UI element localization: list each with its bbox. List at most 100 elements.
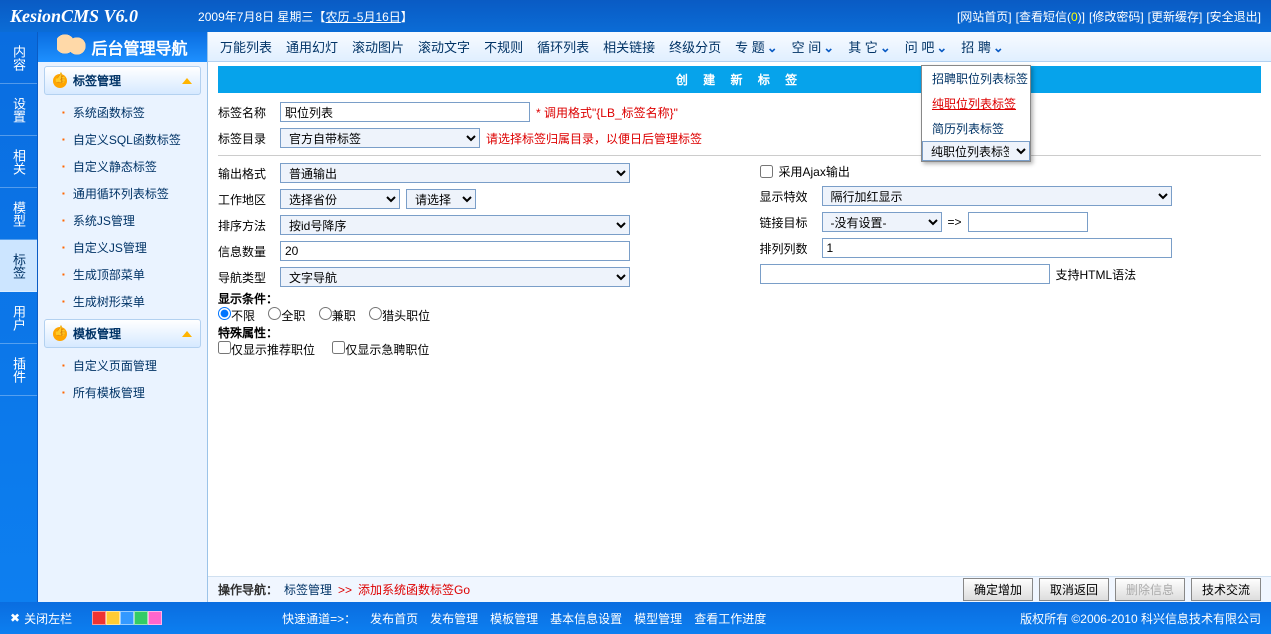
strip-tab-label[interactable]: 标签 <box>0 240 37 292</box>
tb-menu-ask[interactable]: 问 吧⌄ <box>899 37 954 56</box>
tb-related[interactable]: 相关链接 <box>597 37 661 56</box>
input-cols[interactable] <box>822 238 1172 258</box>
input-name[interactable] <box>280 102 530 122</box>
bc-b[interactable]: 添加系统函数标签Go <box>358 581 470 598</box>
header-links: [网站首页] [查看短信(0)] [修改密码] [更新缓存] [安全退出] <box>957 8 1261 25</box>
tb-menu-recruit[interactable]: 招 聘⌄ <box>955 37 1010 56</box>
q-tpl-mgr[interactable]: 模板管理 <box>490 610 538 627</box>
hint-dir: 请选择标签归属目录，以便日后管理标签 <box>486 130 702 147</box>
menu-js[interactable]: 系统JS管理 <box>38 207 207 234</box>
chk-recommend[interactable] <box>218 341 231 354</box>
theme-blue-icon[interactable] <box>120 611 134 625</box>
close-left-panel[interactable]: ✖ 关闭左栏 <box>10 610 72 627</box>
menu-sql-func[interactable]: 自定义SQL函数标签 <box>38 126 207 153</box>
tb-universal-list[interactable]: 万能列表 <box>214 37 278 56</box>
theme-pink-icon[interactable] <box>148 611 162 625</box>
arrow-up-icon <box>182 78 192 84</box>
link-exit[interactable]: [安全退出] <box>1206 8 1261 25</box>
menu-group-labels[interactable]: 标签管理 <box>44 66 201 95</box>
lunar-link[interactable]: 农历 -5月16日 <box>325 10 400 24</box>
link-home[interactable]: [网站首页] <box>957 8 1012 25</box>
q-publish-home[interactable]: 发布首页 <box>370 610 418 627</box>
theme-red-icon[interactable] <box>92 611 106 625</box>
menu-static[interactable]: 自定义静态标签 <box>38 153 207 180</box>
radio-fulltime[interactable] <box>268 307 281 320</box>
input-target-ext[interactable] <box>968 212 1088 232</box>
thumb-icon <box>53 74 67 88</box>
select-sort[interactable]: 按id号降序 <box>280 215 630 235</box>
tb-scroll-text[interactable]: 滚动文字 <box>412 37 476 56</box>
tb-menu-space[interactable]: 空 间⌄ <box>786 37 841 56</box>
label-ajax: 采用Ajax输出 <box>779 163 850 180</box>
sidebar-title: 后台管理导航 <box>38 32 207 62</box>
strip-tab-user[interactable]: 用户 <box>0 292 37 344</box>
chk-urgent[interactable] <box>332 341 345 354</box>
tb-slide[interactable]: 通用幻灯 <box>280 37 344 56</box>
bc-label: 操作导航： <box>218 581 278 598</box>
tb-loop-list[interactable]: 循环列表 <box>531 37 595 56</box>
btn-cancel[interactable]: 取消返回 <box>1039 578 1109 601</box>
top-toolbar: 万能列表 通用幻灯 滚动图片 滚动文字 不规则 循环列表 相关链接 终级分页 专… <box>208 32 1271 62</box>
label-dir: 标签目录 <box>218 130 274 147</box>
arrow-up-icon <box>182 331 192 337</box>
link-msg[interactable]: [查看短信(0)] <box>1016 8 1085 25</box>
dd-pure-job[interactable]: 纯职位列表标签 <box>922 91 1030 116</box>
menu-loop[interactable]: 通用循环列表标签 <box>38 180 207 207</box>
select-target[interactable]: -没有设置- <box>822 212 942 232</box>
q-progress[interactable]: 查看工作进度 <box>694 610 766 627</box>
strip-tab-model[interactable]: 模型 <box>0 188 37 240</box>
bc-a[interactable]: 标签管理 <box>284 581 332 598</box>
radio-headhunt[interactable] <box>369 307 382 320</box>
dd-resume-list[interactable]: 简历列表标签 <box>922 116 1030 141</box>
tb-menu-topic[interactable]: 专 题⌄ <box>729 37 784 56</box>
select-city[interactable]: 请选择 <box>406 189 476 209</box>
chk-ajax[interactable] <box>760 165 773 178</box>
tb-pagination[interactable]: 终级分页 <box>663 37 727 56</box>
input-count[interactable] <box>280 241 630 261</box>
select-province[interactable]: 选择省份 <box>280 189 400 209</box>
tb-scroll-img[interactable]: 滚动图片 <box>346 37 410 56</box>
form-area: 创 建 新 标 签 标签名称 * 调用格式"{LB_标签名称}" 标签目录 官方… <box>208 62 1271 576</box>
q-publish-mgr[interactable]: 发布管理 <box>430 610 478 627</box>
strip-tab-content[interactable]: 内容 <box>0 32 37 84</box>
label-nav: 导航类型 <box>218 269 274 286</box>
label-sort: 排序方法 <box>218 217 274 234</box>
btn-confirm[interactable]: 确定增加 <box>963 578 1033 601</box>
link-cache[interactable]: [更新缓存] <box>1148 8 1203 25</box>
menu-all-tpl[interactable]: 所有模板管理 <box>38 379 207 406</box>
label-attr: 特殊属性： <box>218 326 278 340</box>
menu-custom-page[interactable]: 自定义页面管理 <box>38 352 207 379</box>
dd-select[interactable]: 纯职位列表标签 <box>922 141 1030 161</box>
menu-top-menu[interactable]: 生成顶部菜单 <box>38 261 207 288</box>
strip-tab-plugin[interactable]: 插件 <box>0 344 37 396</box>
theme-yellow-icon[interactable] <box>106 611 120 625</box>
date-info: 2009年7月8日 星期三【农历 -5月16日】 <box>198 8 957 25</box>
link-pwd[interactable]: [修改密码] <box>1089 8 1144 25</box>
menu-group-templates[interactable]: 模板管理 <box>44 319 201 348</box>
input-html-box[interactable] <box>760 264 1050 284</box>
tb-menu-other[interactable]: 其 它⌄ <box>842 37 897 56</box>
tb-irregular[interactable]: 不规则 <box>478 37 529 56</box>
q-model-mgr[interactable]: 模型管理 <box>634 610 682 627</box>
hint-name: * 调用格式"{LB_标签名称}" <box>536 104 678 121</box>
strip-tab-settings[interactable]: 设置 <box>0 84 37 136</box>
header-bar: KesionCMS V6.0 2009年7月8日 星期三【农历 -5月16日】 … <box>0 0 1271 32</box>
label-target: 链接目标 <box>760 214 816 231</box>
q-basic-settings[interactable]: 基本信息设置 <box>550 610 622 627</box>
theme-green-icon[interactable] <box>134 611 148 625</box>
strip-tab-related[interactable]: 相关 <box>0 136 37 188</box>
select-fx[interactable]: 隔行加红显示 <box>822 186 1172 206</box>
menu-sys-func[interactable]: 系统函数标签 <box>38 99 207 126</box>
dd-job-list[interactable]: 招聘职位列表标签 <box>922 66 1030 91</box>
btn-delete[interactable]: 删除信息 <box>1115 578 1185 601</box>
radio-unlimited[interactable] <box>218 307 231 320</box>
btn-tech[interactable]: 技术交流 <box>1191 578 1261 601</box>
hint-html: 支持HTML语法 <box>1056 266 1137 283</box>
menu-custom-js[interactable]: 自定义JS管理 <box>38 234 207 261</box>
menu-tree-menu[interactable]: 生成树形菜单 <box>38 288 207 315</box>
radio-parttime[interactable] <box>319 307 332 320</box>
select-nav[interactable]: 文字导航 <box>280 267 630 287</box>
footer: ✖ 关闭左栏 快速通道=>： 发布首页 发布管理 模板管理 基本信息设置 模型管… <box>0 602 1271 634</box>
select-out[interactable]: 普通输出 <box>280 163 630 183</box>
select-dir[interactable]: 官方自带标签 <box>280 128 480 148</box>
